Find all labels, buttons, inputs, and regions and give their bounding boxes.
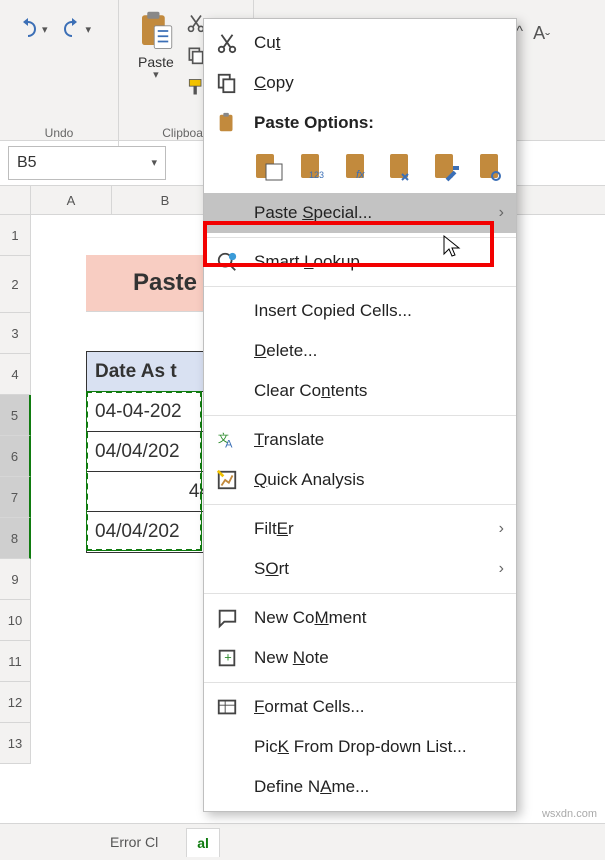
quick-analysis-icon (214, 467, 240, 493)
clipboard-icon (214, 110, 240, 136)
row-header[interactable]: 2 (0, 256, 30, 313)
chevron-down-icon: ▾ (42, 23, 48, 36)
menu-separator (204, 682, 516, 683)
lookup-icon (214, 249, 240, 275)
paste-option-values[interactable]: 123 (297, 147, 332, 187)
chevron-down-icon: ▾ (153, 68, 159, 81)
name-box[interactable]: B5 ▾ (8, 146, 166, 180)
chevron-down-icon: ▾ (86, 23, 92, 36)
menu-separator (204, 237, 516, 238)
paste-option-link[interactable] (475, 147, 510, 187)
copy-icon (214, 70, 240, 96)
undo-button[interactable]: ▾ (16, 18, 48, 42)
sheet-tab[interactable]: Error Cl (100, 828, 168, 856)
paste-option-transpose[interactable] (386, 147, 421, 187)
sheet-tabs: Error Cl al (0, 823, 605, 860)
menu-separator (204, 593, 516, 594)
menu-delete[interactable]: Delete... (204, 331, 516, 371)
svg-text:123: 123 (309, 170, 324, 180)
row-header[interactable]: 12 (0, 682, 30, 723)
row-header[interactable]: 11 (0, 641, 30, 682)
row-header[interactable]: 6 (0, 436, 31, 477)
row-header[interactable]: 5 (0, 395, 31, 436)
row-header[interactable]: 9 (0, 559, 30, 600)
select-all-corner[interactable] (0, 186, 31, 214)
paste-options-row: 123 fx (204, 143, 516, 193)
row-header[interactable]: 1 (0, 215, 30, 256)
row-header[interactable]: 8 (0, 518, 31, 559)
menu-cut[interactable]: Cut (204, 23, 516, 63)
scissors-icon (214, 30, 240, 56)
comment-icon (214, 605, 240, 631)
menu-define-name[interactable]: Define NAme... (204, 767, 516, 807)
note-icon: + (214, 645, 240, 671)
chevron-right-icon: › (499, 204, 504, 222)
chevron-right-icon: › (499, 520, 504, 538)
menu-filter[interactable]: FiltEr › (204, 509, 516, 549)
menu-copy[interactable]: Copy (204, 63, 516, 103)
sheet-tab-active[interactable]: al (186, 828, 220, 857)
row-header[interactable]: 13 (0, 723, 30, 764)
menu-sort[interactable]: SOrt › (204, 549, 516, 589)
menu-separator (204, 504, 516, 505)
menu-insert-copied-cells[interactable]: Insert Copied Cells... (204, 291, 516, 331)
menu-paste-special[interactable]: Paste Special... › (204, 193, 516, 233)
menu-format-cells[interactable]: Format Cells... (204, 687, 516, 727)
svg-text:A: A (225, 438, 233, 450)
menu-pick-from-dropdown[interactable]: PicK From Drop-down List... (204, 727, 516, 767)
svg-text:+: + (224, 650, 232, 665)
menu-separator (204, 415, 516, 416)
menu-separator (204, 286, 516, 287)
menu-clear-contents[interactable]: Clear Contents (204, 371, 516, 411)
chevron-right-icon: › (499, 560, 504, 578)
ribbon-group-label: Undo (0, 126, 118, 140)
svg-text:fx: fx (356, 169, 365, 181)
paste-button[interactable]: Paste ▾ (133, 6, 179, 85)
paste-option-formatting[interactable] (431, 147, 466, 187)
watermark: wsxdn.com (542, 808, 597, 820)
table-header-cell: Date As t (86, 351, 219, 393)
translate-icon: 文A (214, 427, 240, 453)
decrease-font-icon[interactable]: Aˇ (533, 23, 550, 48)
row-header[interactable]: 4 (0, 354, 30, 395)
row-header[interactable]: 10 (0, 600, 30, 641)
paste-option-formulas[interactable]: fx (341, 147, 376, 187)
menu-new-comment[interactable]: New CoMment (204, 598, 516, 638)
redo-button[interactable]: ▾ (60, 18, 92, 42)
paste-option-all[interactable] (252, 147, 287, 187)
row-header[interactable]: 3 (0, 313, 30, 354)
menu-new-note[interactable]: + New Note (204, 638, 516, 678)
chevron-down-icon: ▾ (151, 156, 157, 169)
marching-ants-selection (86, 391, 202, 551)
menu-paste-options-header: Paste Options: (204, 103, 516, 143)
row-header[interactable]: 7 (0, 477, 31, 518)
context-menu: Cut Copy Paste Options: 123 fx Paste Spe… (203, 18, 517, 812)
format-cells-icon (214, 694, 240, 720)
menu-translate[interactable]: 文A Translate (204, 420, 516, 460)
column-header[interactable]: A (31, 186, 112, 214)
menu-smart-lookup[interactable]: Smart Lookup (204, 242, 516, 282)
menu-quick-analysis[interactable]: Quick Analysis (204, 460, 516, 500)
